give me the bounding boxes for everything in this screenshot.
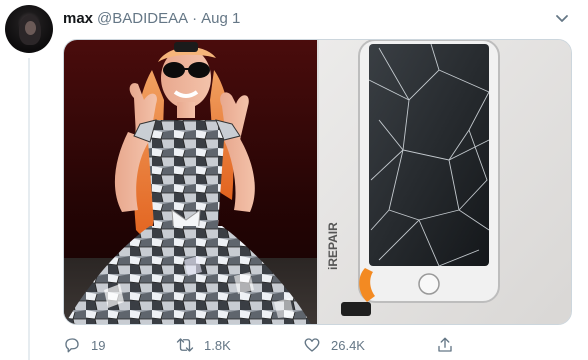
avatar-face (25, 21, 36, 35)
reply-icon (65, 338, 79, 353)
retweet-count: 1.8K (204, 337, 231, 353)
like-count: 26.4K (331, 337, 365, 353)
display-name[interactable]: max (63, 10, 93, 27)
tweet-header: max @BADIDEAA · Aug 1 (63, 7, 240, 29)
avatar[interactable] (5, 5, 53, 53)
user-handle[interactable]: @BADIDEAA (97, 10, 188, 27)
like-action[interactable]: 26.4K (303, 334, 365, 356)
thread-line (28, 58, 30, 360)
reply-count: 19 (91, 337, 106, 353)
separator-dot: · (192, 9, 198, 27)
media-image-left[interactable] (64, 40, 317, 324)
media-image-right[interactable]: iREPAIR (319, 40, 571, 324)
like-icon (304, 338, 320, 352)
share-icon (438, 337, 452, 352)
left-image-art (64, 40, 317, 324)
tweet[interactable]: max @BADIDEAA · Aug 1 iREPAIR 19 1.8K 26… (0, 0, 588, 360)
tweet-date[interactable]: Aug 1 (201, 10, 240, 27)
phone-sticker-text: iREPAIR (326, 222, 340, 270)
reply-action[interactable]: 19 (63, 334, 105, 356)
right-image-art: iREPAIR (319, 40, 571, 324)
media-grid: iREPAIR (63, 39, 572, 325)
tweet-actions: 19 1.8K 26.4K (63, 334, 572, 356)
share-action[interactable] (436, 334, 464, 356)
retweet-action[interactable]: 1.8K (176, 334, 231, 356)
chevron-down-icon[interactable] (554, 10, 570, 26)
retweet-icon (176, 338, 194, 352)
